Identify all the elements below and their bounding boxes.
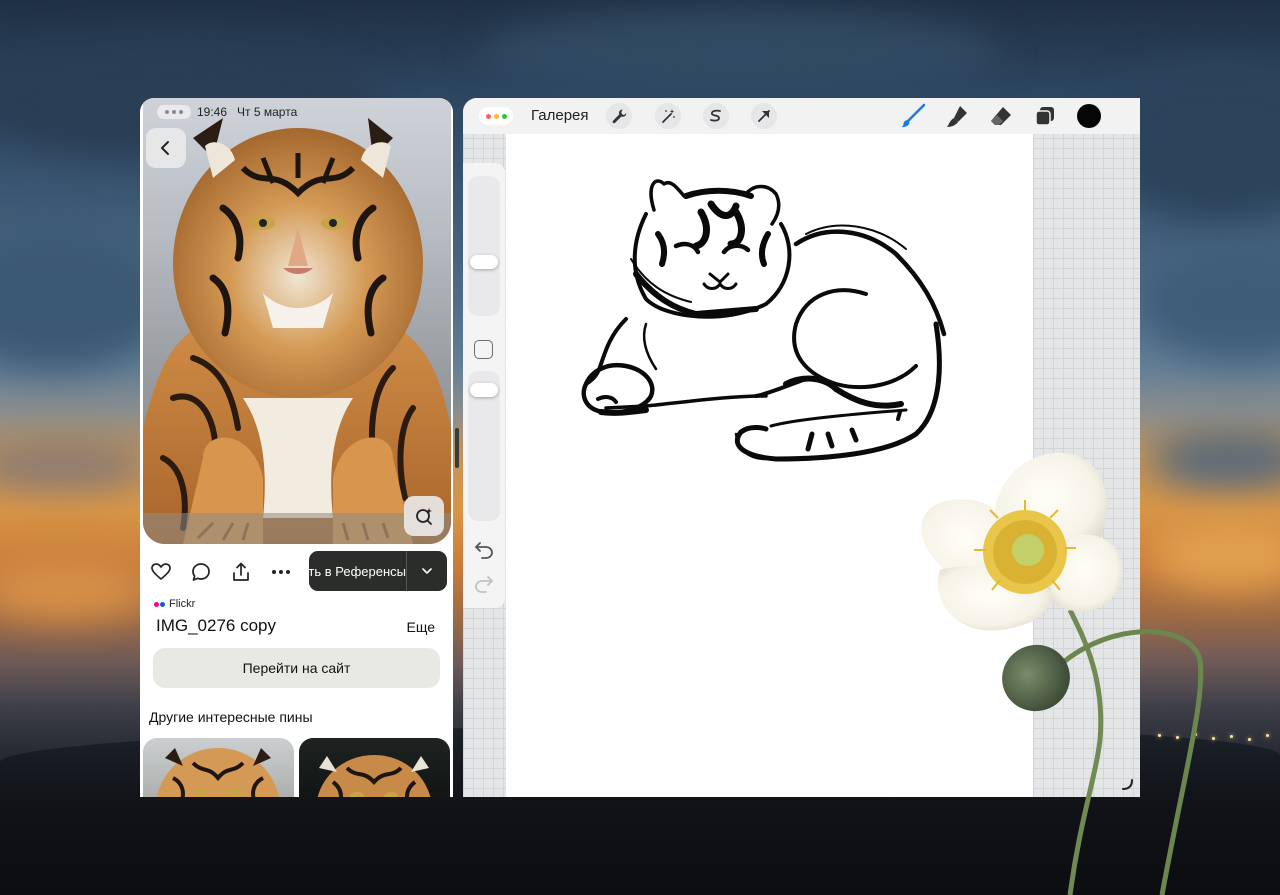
drawing-canvas[interactable] bbox=[506, 134, 1033, 797]
more-link[interactable]: Еще bbox=[407, 619, 436, 635]
brush-sidebar bbox=[463, 163, 505, 608]
share-icon[interactable] bbox=[230, 561, 252, 583]
transform-arrow-icon[interactable] bbox=[751, 103, 777, 129]
top-toolbar: Галерея bbox=[463, 98, 1140, 134]
visit-site-button[interactable]: Перейти на сайт bbox=[153, 648, 440, 688]
more-options-icon[interactable] bbox=[270, 561, 292, 583]
brush-size-slider[interactable] bbox=[468, 176, 500, 316]
related-pin-thumbnail[interactable] bbox=[299, 738, 450, 797]
flickr-logo-icon bbox=[154, 598, 165, 610]
color-swatch[interactable] bbox=[1077, 104, 1101, 128]
tiger-sketch bbox=[581, 179, 947, 462]
redo-icon[interactable] bbox=[473, 573, 495, 595]
board-picker-dropdown[interactable] bbox=[407, 568, 447, 574]
lens-search-icon bbox=[416, 508, 432, 525]
split-view-divider-handle[interactable] bbox=[455, 428, 459, 468]
like-heart-icon[interactable] bbox=[150, 561, 172, 583]
eraser-icon[interactable] bbox=[988, 103, 1014, 129]
back-button[interactable] bbox=[146, 128, 186, 168]
related-tiger-image bbox=[157, 748, 279, 797]
layers-icon[interactable] bbox=[1032, 103, 1058, 129]
save-to-board-label: Сохранить в Референсы bbox=[309, 563, 406, 579]
gallery-button[interactable]: Галерея bbox=[531, 107, 589, 124]
window-controls[interactable] bbox=[479, 107, 513, 125]
brush-size-thumb[interactable] bbox=[470, 255, 498, 269]
tiger-photo-art bbox=[143, 118, 451, 544]
status-date: Чт 5 марта bbox=[237, 105, 298, 119]
status-bar: 19:46 Чт 5 марта bbox=[157, 103, 297, 121]
procreate-window: Галерея bbox=[463, 98, 1140, 797]
canvas-resize-corner-icon bbox=[1122, 779, 1133, 790]
brush-icon[interactable] bbox=[900, 103, 926, 129]
related-pin-thumbnail[interactable] bbox=[143, 738, 294, 797]
opacity-thumb[interactable] bbox=[470, 383, 498, 397]
chevron-left-icon bbox=[161, 141, 169, 155]
tiger-photo[interactable] bbox=[143, 98, 451, 544]
comment-icon[interactable] bbox=[190, 561, 212, 583]
related-tiger-image bbox=[317, 755, 431, 797]
visual-search-button[interactable] bbox=[404, 496, 444, 536]
adjustments-magic-wand-icon[interactable] bbox=[655, 103, 681, 129]
status-time: 19:46 bbox=[197, 105, 228, 119]
modify-button[interactable] bbox=[474, 340, 493, 359]
source-name: Flickr bbox=[169, 598, 196, 610]
smudge-icon[interactable] bbox=[944, 103, 970, 129]
pin-action-bar: Сохранить в Референсы bbox=[140, 551, 453, 591]
pin-viewer-window: 19:46 Чт 5 марта Сохранить в Референсы bbox=[140, 98, 453, 797]
undo-icon[interactable] bbox=[473, 539, 495, 561]
pin-title: IMG_0276 copy bbox=[156, 616, 277, 635]
chevron-down-icon bbox=[422, 568, 432, 574]
selection-icon[interactable] bbox=[703, 103, 729, 129]
more-pins-heading: Другие интересные пины bbox=[149, 709, 313, 725]
pin-source[interactable]: Flickr bbox=[154, 598, 195, 610]
actions-wrench-icon[interactable] bbox=[606, 103, 632, 129]
save-to-board-button[interactable]: Сохранить в Референсы bbox=[309, 551, 447, 591]
multitasking-dots-icon[interactable] bbox=[157, 105, 191, 119]
city-lights bbox=[1150, 730, 1280, 744]
